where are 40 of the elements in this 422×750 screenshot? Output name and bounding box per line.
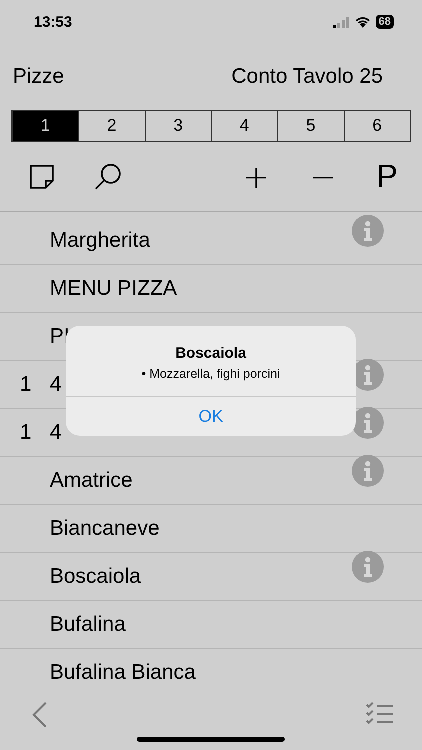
pizza-row[interactable]: Boscaiola (0, 553, 422, 601)
page-tab[interactable]: 2 (78, 111, 145, 141)
pizza-name: Margherita (50, 228, 150, 252)
pizza-name: MENU PIZZA (50, 276, 178, 300)
page-tab[interactable]: 5 (277, 111, 344, 141)
page-tab[interactable]: 4 (210, 111, 278, 141)
pizza-name: Biancaneve (50, 516, 160, 540)
alert-message: • Mozzarella, fighi porcini (140, 367, 282, 381)
info-icon[interactable] (352, 407, 384, 439)
pizza-row[interactable]: Amatrice (0, 457, 422, 505)
p-button[interactable]: P (376, 158, 398, 195)
page-tab[interactable]: 1 (12, 111, 78, 141)
pizza-name: Amatrice (50, 468, 133, 492)
wifi-icon (354, 16, 371, 28)
pizza-name: Bufalina Bianca (50, 660, 196, 684)
back-icon[interactable] (32, 702, 48, 728)
checklist-icon[interactable] (366, 702, 394, 726)
info-icon[interactable] (352, 215, 384, 247)
pizza-row[interactable]: Biancaneve (0, 505, 422, 553)
pizza-row[interactable]: Margherita (0, 217, 422, 265)
pizza-row[interactable]: Bufalina (0, 601, 422, 649)
alert-title: Boscaiola (174, 345, 248, 362)
quantity-text: 1 (20, 372, 32, 396)
page-tab[interactable]: 3 (144, 111, 211, 141)
pizza-name: 4 (50, 372, 62, 396)
signal-icon (332, 16, 350, 28)
info-icon[interactable] (352, 455, 384, 487)
pizza-name: 4 (50, 420, 62, 444)
status-time: 13:53 (34, 14, 74, 30)
pizza-name: Bufalina (50, 612, 126, 636)
pizza-name: Boscaiola (50, 564, 142, 588)
remove-button[interactable]: − (310, 158, 337, 196)
battery-level: 68 (376, 15, 394, 29)
quantity-text: 1 (20, 420, 32, 444)
add-button[interactable]: + (243, 158, 270, 196)
pizza-row[interactable]: MENU PIZZA (0, 265, 422, 313)
screen-title: Pizze (13, 65, 64, 89)
page-tab[interactable]: 6 (344, 111, 410, 141)
info-icon[interactable] (352, 551, 384, 583)
table-title: Conto Tavolo 25 (232, 65, 383, 89)
